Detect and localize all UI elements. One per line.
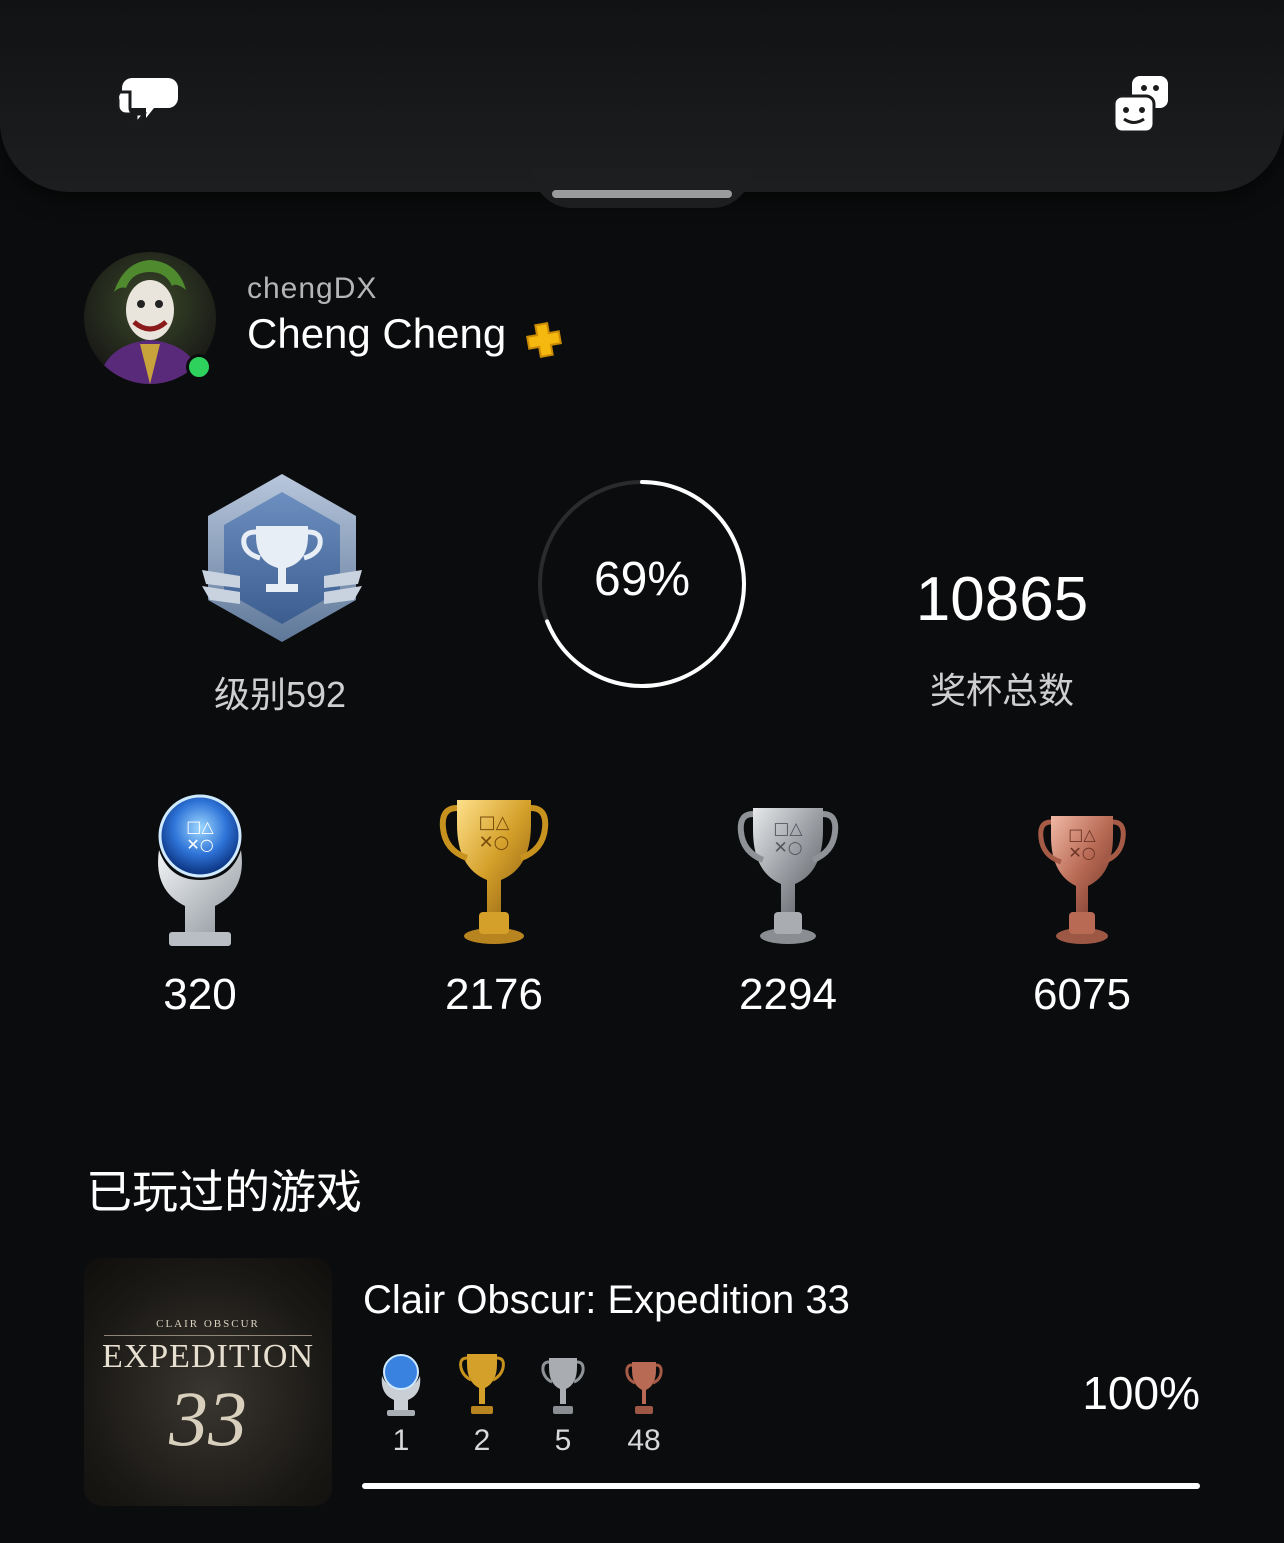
platinum-trophy-icon — [381, 1354, 421, 1416]
game-pieces-icon[interactable] — [1106, 70, 1176, 140]
display-name: Cheng Cheng — [247, 310, 507, 357]
bronze-trophy-stat[interactable]: □△ ✕○ 6075 — [992, 790, 1172, 1040]
gold-trophy-icon: □△ ✕○ — [439, 800, 549, 944]
game-cover-image: CLAIR OBSCUR EXPEDITION 33 — [84, 1258, 332, 1506]
cover-subtitle: CLAIR OBSCUR — [156, 1318, 260, 1330]
online-status-dot — [186, 354, 212, 380]
sheet-handle-bump — [532, 168, 752, 208]
game-platinum-stat: 1 — [368, 1350, 434, 1470]
cover-title: EXPEDITION — [101, 1338, 315, 1375]
game-title: Clair Obscur: Expedition 33 — [363, 1278, 850, 1322]
svg-text:□△: □△ — [773, 819, 803, 839]
silver-count: 2294 — [739, 970, 837, 1019]
ps-plus-icon — [524, 320, 564, 360]
games-section-title: 已玩过的游戏 — [86, 1166, 362, 1218]
game-gold-stat: 2 — [449, 1350, 515, 1470]
svg-text:✕○: ✕○ — [1068, 843, 1095, 862]
game-progress-text: 100% — [1082, 1367, 1200, 1419]
platinum-count: 320 — [163, 970, 237, 1019]
svg-text:✕○: ✕○ — [186, 835, 213, 854]
svg-text:✕○: ✕○ — [479, 832, 510, 853]
game-silver-count: 5 — [554, 1424, 572, 1457]
cover-number: 33 — [169, 1375, 247, 1462]
game-bronze-stat: 48 — [611, 1350, 677, 1470]
gold-trophy-stat[interactable]: □△ ✕○ 2176 — [404, 790, 584, 1040]
total-trophies-value: 10865 — [915, 565, 1089, 634]
gold-count: 2176 — [445, 970, 543, 1019]
game-bronze-count: 48 — [627, 1424, 661, 1457]
bronze-count: 6075 — [1033, 970, 1131, 1019]
top-sheet — [0, 0, 1284, 192]
game-silver-stat: 5 — [530, 1350, 596, 1470]
game-gold-count: 2 — [473, 1424, 491, 1457]
total-trophies-label: 奖杯总数 — [929, 670, 1074, 711]
silver-trophy-stat[interactable]: □△ ✕○ 2294 — [698, 790, 878, 1040]
online-id: chengDX — [247, 272, 378, 305]
profile-page: chengDX Cheng Cheng 级别592 69% 10865 奖杯总数… — [0, 0, 1284, 1543]
level-label: 级别592 — [213, 674, 347, 715]
svg-text:□△: □△ — [479, 812, 510, 833]
bronze-trophy-icon: □△ ✕○ — [1038, 816, 1126, 944]
svg-text:✕○: ✕○ — [773, 838, 802, 858]
silver-trophy-icon — [541, 1358, 585, 1414]
platinum-trophy-icon: □△ ✕○ — [158, 794, 242, 946]
svg-text:□△: □△ — [1068, 825, 1096, 844]
game-platinum-count: 1 — [392, 1424, 410, 1457]
chat-bubbles-icon[interactable] — [110, 70, 180, 140]
gold-trophy-icon — [459, 1354, 505, 1414]
platinum-trophy-stat[interactable]: □△ ✕○ 320 — [110, 790, 290, 1040]
silver-trophy-icon: □△ ✕○ — [737, 808, 839, 944]
game-progress-bar — [362, 1483, 1200, 1489]
level-progress-text: 69% — [593, 553, 691, 606]
svg-text:□△: □△ — [186, 817, 214, 836]
cover-divider — [104, 1335, 312, 1336]
game-progress-fill — [362, 1483, 1200, 1489]
game-row[interactable]: CLAIR OBSCUR EXPEDITION 33 Clair Obscur:… — [84, 1258, 1204, 1508]
bronze-trophy-icon — [625, 1362, 663, 1414]
sheet-grabber[interactable] — [552, 190, 732, 198]
trophy-level-badge-icon[interactable] — [200, 470, 364, 646]
